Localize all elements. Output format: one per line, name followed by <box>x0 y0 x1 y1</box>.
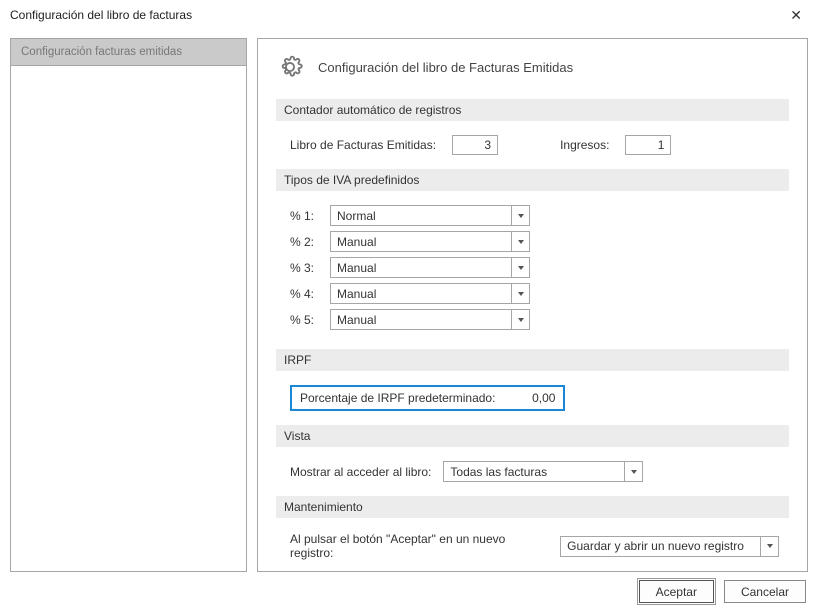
iva-select-value: Manual <box>337 313 376 327</box>
section-title-mant: Mantenimiento <box>276 496 789 518</box>
iva-label: % 2: <box>290 235 320 249</box>
input-ingresos[interactable]: 1 <box>625 135 671 155</box>
section-title-counter: Contador automático de registros <box>276 99 789 121</box>
iva-label: % 1: <box>290 209 320 223</box>
label-libro: Libro de Facturas Emitidas: <box>290 138 436 152</box>
iva-select-4[interactable]: Manual <box>330 283 530 304</box>
section-irpf: Porcentaje de IRPF predeterminado: 0,00 <box>276 385 789 425</box>
iva-select-value: Manual <box>337 261 376 275</box>
settings-panel: Configuración del libro de Facturas Emit… <box>257 38 808 572</box>
mant-select-value: Guardar y abrir un nuevo registro <box>567 539 744 553</box>
panel-header: Configuración del libro de Facturas Emit… <box>276 53 789 81</box>
iva-select-value: Normal <box>337 209 376 223</box>
iva-select-1[interactable]: Normal <box>330 205 530 226</box>
input-libro[interactable]: 3 <box>452 135 498 155</box>
chevron-down-icon <box>511 284 529 303</box>
dialog-footer: Aceptar Cancelar <box>0 576 818 615</box>
iva-row-4: % 4: Manual <box>290 283 779 304</box>
label-mant: Al pulsar el botón "Aceptar" en un nuevo… <box>290 532 548 560</box>
irpf-input-group[interactable]: Porcentaje de IRPF predeterminado: 0,00 <box>290 385 565 411</box>
nav-item-emitidas[interactable]: Configuración facturas emitidas <box>11 39 246 66</box>
iva-row-2: % 2: Manual <box>290 231 779 252</box>
section-title-vista: Vista <box>276 425 789 447</box>
cancel-button[interactable]: Cancelar <box>724 580 806 603</box>
chevron-down-icon <box>511 310 529 329</box>
section-title-irpf: IRPF <box>276 349 789 371</box>
titlebar: Configuración del libro de facturas ✕ <box>0 0 818 28</box>
section-title-iva: Tipos de IVA predefinidos <box>276 169 789 191</box>
chevron-down-icon <box>760 537 778 556</box>
label-irpf: Porcentaje de IRPF predeterminado: <box>300 391 495 405</box>
mant-select[interactable]: Guardar y abrir un nuevo registro <box>560 536 779 557</box>
section-iva: % 1: Normal % 2: Manual % 3: Manual <box>276 205 789 349</box>
section-counter: Libro de Facturas Emitidas: 3 Ingresos: … <box>276 135 789 169</box>
iva-row-1: % 1: Normal <box>290 205 779 226</box>
chevron-down-icon <box>511 258 529 277</box>
dialog-body: Configuración facturas emitidas Configur… <box>0 28 818 576</box>
nav-panel: Configuración facturas emitidas <box>10 38 247 572</box>
chevron-down-icon <box>624 462 642 481</box>
iva-select-2[interactable]: Manual <box>330 231 530 252</box>
iva-label: % 3: <box>290 261 320 275</box>
window-title: Configuración del libro de facturas <box>10 8 192 22</box>
iva-select-value: Manual <box>337 235 376 249</box>
vista-select[interactable]: Todas las facturas <box>443 461 643 482</box>
section-vista: Mostrar al acceder al libro: Todas las f… <box>276 461 789 496</box>
label-ingresos: Ingresos: <box>560 138 609 152</box>
iva-row-5: % 5: Manual <box>290 309 779 330</box>
iva-select-value: Manual <box>337 287 376 301</box>
label-vista: Mostrar al acceder al libro: <box>290 465 431 479</box>
iva-label: % 4: <box>290 287 320 301</box>
iva-select-5[interactable]: Manual <box>330 309 530 330</box>
chevron-down-icon <box>511 206 529 225</box>
chevron-down-icon <box>511 232 529 251</box>
iva-row-3: % 3: Manual <box>290 257 779 278</box>
accept-button[interactable]: Aceptar <box>639 580 714 603</box>
iva-select-3[interactable]: Manual <box>330 257 530 278</box>
input-irpf[interactable]: 0,00 <box>507 391 555 405</box>
close-icon[interactable]: ✕ <box>784 6 808 24</box>
vista-select-value: Todas las facturas <box>450 465 547 479</box>
iva-label: % 5: <box>290 313 320 327</box>
gear-icon <box>276 53 304 81</box>
panel-title: Configuración del libro de Facturas Emit… <box>318 60 573 75</box>
section-mant: Al pulsar el botón "Aceptar" en un nuevo… <box>276 532 789 572</box>
